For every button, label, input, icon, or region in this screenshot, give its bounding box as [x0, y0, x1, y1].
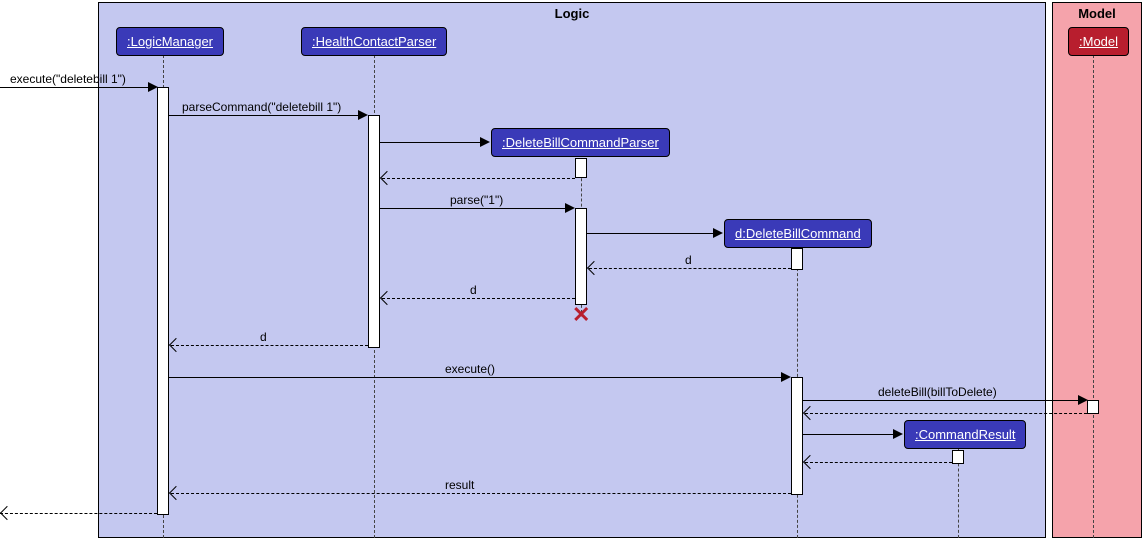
msg-execute1: execute("deletebill 1")	[10, 72, 126, 86]
activation-delete-bill-command-1	[791, 248, 803, 270]
frame-logic-label: Logic	[99, 3, 1045, 24]
frame-model-label: Model	[1053, 3, 1141, 24]
arrow-result	[171, 493, 791, 494]
frame-model: Model	[1052, 2, 1142, 538]
activation-model	[1087, 400, 1099, 414]
arrowhead-create-result	[893, 429, 903, 439]
msg-d3: d	[260, 330, 267, 344]
arrow-return-d3	[171, 345, 368, 346]
msg-d2: d	[470, 283, 477, 297]
msg-d1: d	[685, 253, 692, 267]
arrow-create-result	[803, 434, 901, 435]
arrow-return-caller	[0, 513, 157, 514]
frame-logic: Logic	[98, 2, 1046, 538]
arrow-delete-bill	[803, 400, 1086, 401]
msg-parse-command: parseCommand("deletebill 1")	[182, 100, 341, 114]
arrow-create-command	[587, 233, 721, 234]
msg-delete-bill: deleteBill(billToDelete)	[878, 385, 997, 399]
arrowhead-execute2	[781, 372, 791, 382]
arrow-return-model	[805, 413, 1087, 414]
arrow-return-d1	[589, 268, 791, 269]
arrowhead-execute1	[148, 82, 158, 92]
arrow-execute1	[0, 87, 155, 88]
lifeline-model	[1093, 55, 1094, 538]
activation-delete-bill-parser-1	[575, 158, 587, 178]
arrow-create-parser	[380, 142, 488, 143]
arrowhead-create-parser	[480, 137, 490, 147]
participant-command-result: :CommandResult	[904, 420, 1026, 449]
msg-parse: parse("1")	[450, 193, 503, 207]
participant-model: :Model	[1068, 27, 1129, 56]
participant-delete-bill-parser: :DeleteBillCommandParser	[491, 128, 670, 157]
msg-result: result	[445, 478, 474, 492]
arrow-return-parser-create	[382, 178, 575, 179]
arrowhead-parse	[565, 203, 575, 213]
activation-health-contact-parser	[368, 115, 380, 348]
activation-delete-bill-command-2	[791, 377, 803, 495]
participant-logic-manager: :LogicManager	[116, 27, 224, 56]
arrow-return-command-result	[805, 462, 952, 463]
arrow-parse-command	[169, 115, 366, 116]
arrow-return-d2	[382, 298, 575, 299]
arrowhead-parse-command	[358, 110, 368, 120]
participant-delete-bill-command: d:DeleteBillCommand	[724, 219, 872, 248]
activation-delete-bill-parser-2	[575, 208, 587, 305]
arrow-parse	[380, 208, 573, 209]
arrowhead-return-caller	[0, 506, 14, 520]
arrowhead-delete-bill	[1078, 395, 1088, 405]
participant-health-contact-parser: :HealthContactParser	[301, 27, 447, 56]
activation-logic-manager	[157, 87, 169, 515]
arrow-execute2	[169, 377, 789, 378]
msg-execute2: execute()	[445, 362, 495, 376]
activation-command-result	[952, 450, 964, 464]
arrowhead-create-command	[713, 228, 723, 238]
destroy-icon: ✕	[572, 302, 590, 328]
